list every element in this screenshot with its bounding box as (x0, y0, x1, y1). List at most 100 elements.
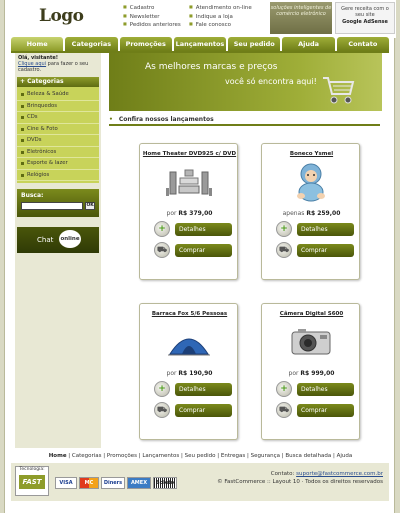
amex-icon: AMEX (127, 477, 151, 489)
banner-line-2: você só encontra aqui! (225, 77, 317, 86)
plus-icon[interactable]: + (154, 221, 170, 237)
sidebar: Olá, visitante! Clique aqui para fazer o… (15, 53, 101, 448)
promo-banner[interactable]: As melhores marcas e preços você só enco… (109, 53, 382, 111)
cart-icon[interactable]: ⛟ (276, 402, 292, 418)
product-name[interactable]: Câmera Digital S600 (262, 311, 361, 317)
category-relogios[interactable]: Relógios (17, 170, 99, 181)
banner-line-1: As melhores marcas e preços (145, 62, 278, 72)
product-card: Home Theater DVD925 c/ DVD por R$ 379,00… (139, 143, 238, 280)
contact-label: Contato: (270, 471, 295, 477)
category-brinquedos[interactable]: Brinquedos (17, 101, 99, 112)
link-newsletter[interactable]: Newsletter (123, 12, 181, 21)
buy-row: ⛟ Comprar (154, 242, 232, 258)
visa-icon: VISA (55, 477, 77, 489)
home-theater-image[interactable] (164, 162, 214, 202)
categories-header: + Categorias (17, 77, 99, 87)
category-esporte-lazer[interactable]: Esporte & lazer (17, 158, 99, 170)
main-nav: Home Categorias Promoções Lançamentos Se… (11, 37, 389, 51)
contact-email-link[interactable]: suporte@fastcommerce.com.br (296, 471, 383, 477)
product-price: por R$ 999,00 (262, 370, 361, 377)
product-price: por R$ 379,00 (140, 210, 239, 217)
tab-categorias[interactable]: Categorias (65, 37, 118, 51)
product-name[interactable]: Home Theater DVD925 c/ DVD (140, 151, 239, 157)
logo-text: Logo (39, 6, 84, 26)
category-cds[interactable]: CDs (17, 112, 99, 124)
details-row: + Detalhes (276, 381, 354, 397)
tab-promocoes[interactable]: Promoções (119, 37, 172, 51)
plus-icon[interactable]: + (154, 381, 170, 397)
details-button[interactable]: Detalhes (297, 222, 354, 236)
product-name[interactable]: Boneco Ysmel (262, 151, 361, 157)
footer: Tecnologia: FAST VISA MC Diners AMEX Bol… (11, 463, 389, 501)
details-row: + Detalhes (276, 221, 354, 237)
link-fale-conosco[interactable]: Fale conosco (189, 20, 252, 29)
doll-image[interactable] (286, 162, 336, 202)
buy-row: ⛟ Comprar (276, 242, 354, 258)
footer-link-entregas[interactable]: Entregas (221, 453, 245, 459)
tab-lancamentos[interactable]: Lançamentos (173, 37, 227, 51)
camera-image[interactable] (286, 322, 336, 362)
link-pedidos-anteriores[interactable]: Pedidos anteriores (123, 20, 181, 29)
product-card: Barraca Fox 5/6 Pessoas por R$ 190,90 + … (139, 303, 238, 440)
plus-icon[interactable]: + (276, 221, 292, 237)
chat-widget[interactable]: Chat online (17, 227, 99, 253)
buy-button[interactable]: Comprar (297, 403, 354, 417)
buy-button[interactable]: Comprar (297, 243, 354, 257)
solucoes-text: soluções inteligentes de comércio eletrô… (270, 5, 332, 17)
footer-link-home[interactable]: Home (49, 453, 67, 459)
tab-home[interactable]: Home (11, 37, 64, 51)
link-cadastro[interactable]: Cadastro (123, 3, 181, 12)
product-name[interactable]: Barraca Fox 5/6 Pessoas (140, 311, 239, 317)
solucoes-badge: soluções inteligentes de comércio eletrô… (270, 2, 332, 34)
price-prefix: por (166, 210, 177, 217)
cart-icon[interactable]: ⛟ (276, 242, 292, 258)
plus-icon[interactable]: + (276, 381, 292, 397)
chat-online-bubble: online (59, 230, 81, 248)
link-indique[interactable]: Indique a loja (189, 12, 252, 21)
price-prefix: por (288, 370, 299, 377)
page: Logo Cadastro Newsletter Pedidos anterio… (4, 0, 396, 513)
buy-button[interactable]: Comprar (175, 403, 232, 417)
adsense-box[interactable]: Gere receita com o seu site Google AdSen… (335, 2, 395, 34)
footer-link-categorias[interactable]: Categorias (72, 453, 102, 459)
footer-link-promocoes[interactable]: Promoções (107, 453, 137, 459)
footer-link-seguranca[interactable]: Segurança (251, 453, 280, 459)
details-button[interactable]: Detalhes (175, 382, 232, 396)
details-button[interactable]: Detalhes (297, 382, 354, 396)
adsense-text: Gere receita com o seu site (341, 6, 389, 18)
welcome-box: Olá, visitante! Clique aqui para fazer o… (15, 53, 101, 75)
shopping-cart-icon (323, 77, 355, 104)
search-input[interactable] (21, 202, 84, 210)
buy-button[interactable]: Comprar (175, 243, 232, 257)
contact-info: Contato: suporte@fastcommerce.com.br © F… (217, 470, 383, 486)
search-box: Busca: OK (17, 189, 99, 217)
search-button[interactable]: OK (85, 202, 95, 210)
tent-image[interactable] (164, 322, 214, 362)
category-cine-foto[interactable]: Cine & Foto (17, 124, 99, 135)
tab-contato[interactable]: Contato (336, 37, 389, 51)
cart-icon[interactable]: ⛟ (154, 242, 170, 258)
tab-ajuda[interactable]: Ajuda (282, 37, 335, 51)
product-card: Câmera Digital S600 por R$ 999,00 + Deta… (261, 303, 360, 440)
product-card: Boneco Ysmel apenas R$ 259,00 + Detalhes… (261, 143, 360, 280)
details-row: + Detalhes (154, 381, 232, 397)
details-button[interactable]: Detalhes (175, 222, 232, 236)
cart-icon[interactable]: ⛟ (154, 402, 170, 418)
price-value: R$ 379,00 (178, 210, 213, 217)
logo[interactable]: Logo (39, 6, 84, 26)
copyright-text: © FastCommerce :: Layout 10 · Todos os d… (217, 479, 383, 485)
section-title-text: Confira nossos lançamentos (109, 116, 214, 123)
technology-badge[interactable]: Tecnologia: FAST (15, 466, 49, 496)
link-atendimento[interactable]: Atendimento on-line (189, 3, 252, 12)
category-beleza-saude[interactable]: Beleza & Saúde (17, 89, 99, 101)
details-row: + Detalhes (154, 221, 232, 237)
footer-link-seu-pedido[interactable]: Seu pedido (185, 453, 216, 459)
footer-link-lancamentos[interactable]: Lançamentos (142, 453, 179, 459)
category-eletronicos[interactable]: Eletrônicos (17, 147, 99, 158)
buy-row: ⛟ Comprar (154, 402, 232, 418)
footer-link-ajuda[interactable]: Ajuda (337, 453, 353, 459)
category-dvds[interactable]: DVDs (17, 135, 99, 147)
price-value: R$ 999,00 (300, 370, 335, 377)
footer-link-busca-detalhada[interactable]: Busca detalhada (285, 453, 331, 459)
tab-seu-pedido[interactable]: Seu pedido (228, 37, 281, 51)
